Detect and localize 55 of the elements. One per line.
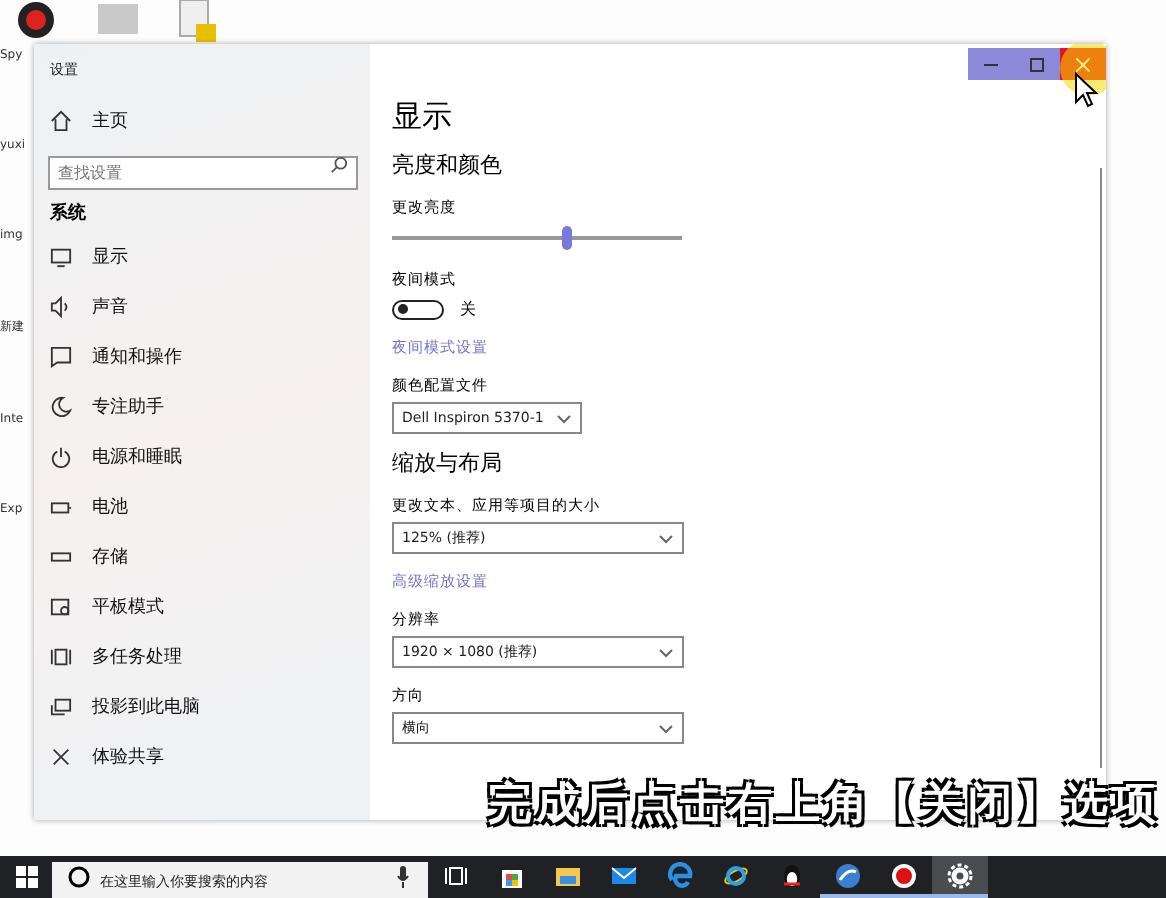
sidebar-item[interactable]: 存储 [38, 532, 140, 582]
chevron-down-icon [658, 723, 674, 733]
sidebar-item[interactable]: 多任务处理 [38, 632, 194, 682]
battery-icon [50, 496, 72, 518]
sidebar-item[interactable]: 声音 [38, 282, 140, 332]
notify-icon [50, 346, 72, 368]
chevron-down-icon [555, 413, 572, 423]
windows-logo-icon [15, 866, 37, 888]
section-heading: 系统 [50, 200, 86, 226]
sidebar-item[interactable]: 投影到此电脑 [38, 682, 212, 732]
globe-icon [834, 861, 862, 889]
app-logo-icon[interactable] [12, 0, 60, 40]
sidebar-item[interactable]: 电池 [38, 482, 140, 532]
search-icon [330, 156, 348, 174]
section-heading: 缩放与布局 [392, 448, 502, 478]
minimize-icon [984, 63, 998, 65]
gear-icon [946, 861, 974, 889]
focus-icon [50, 396, 72, 418]
task-view-icon [444, 865, 468, 885]
night-mode-toggle[interactable] [392, 299, 444, 319]
taskbar-app-button[interactable] [932, 856, 988, 898]
chevron-down-icon [658, 533, 674, 543]
microphone-icon [396, 866, 410, 888]
display-icon [50, 246, 72, 268]
close-icon [1076, 57, 1090, 71]
tablet-icon [50, 596, 72, 618]
mouse-cursor-icon [1074, 72, 1098, 108]
page-title: 显示 [392, 98, 452, 136]
mail-icon [610, 861, 638, 889]
sidebar-item[interactable]: 专注助手 [38, 382, 176, 432]
section-heading: 亮度和颜色 [392, 150, 502, 180]
power-icon [50, 446, 72, 468]
sidebar-item[interactable]: 平板模式 [38, 582, 176, 632]
home-icon [50, 109, 72, 131]
record-icon [890, 861, 918, 889]
sidebar-item[interactable]: 体验共享 [38, 732, 176, 782]
edge-icon [666, 861, 694, 889]
sidebar-item[interactable]: 显示 [38, 232, 140, 282]
sound-icon [50, 296, 72, 318]
sidebar-item[interactable]: 通知和操作 [38, 332, 194, 382]
scrollbar[interactable] [1100, 168, 1102, 768]
close-button[interactable] [1060, 48, 1106, 80]
project-icon [50, 696, 72, 718]
sidebar-item[interactable]: 电源和睡眠 [38, 432, 194, 482]
maximize-icon [1030, 57, 1044, 71]
maximize-button[interactable] [1014, 48, 1060, 80]
ie-icon [722, 861, 750, 889]
search-field[interactable]: 查找设置 [48, 156, 358, 190]
cortana-circle-icon [68, 866, 90, 888]
toggle-state-text: 关 [460, 298, 476, 320]
chevron-down-icon [658, 647, 674, 657]
storage-icon [50, 546, 72, 568]
home-nav-item[interactable]: 主页 [38, 102, 140, 138]
multitask-icon [50, 646, 72, 668]
video-caption: 完成后点击右上角【关闭】选项 [488, 775, 1160, 834]
